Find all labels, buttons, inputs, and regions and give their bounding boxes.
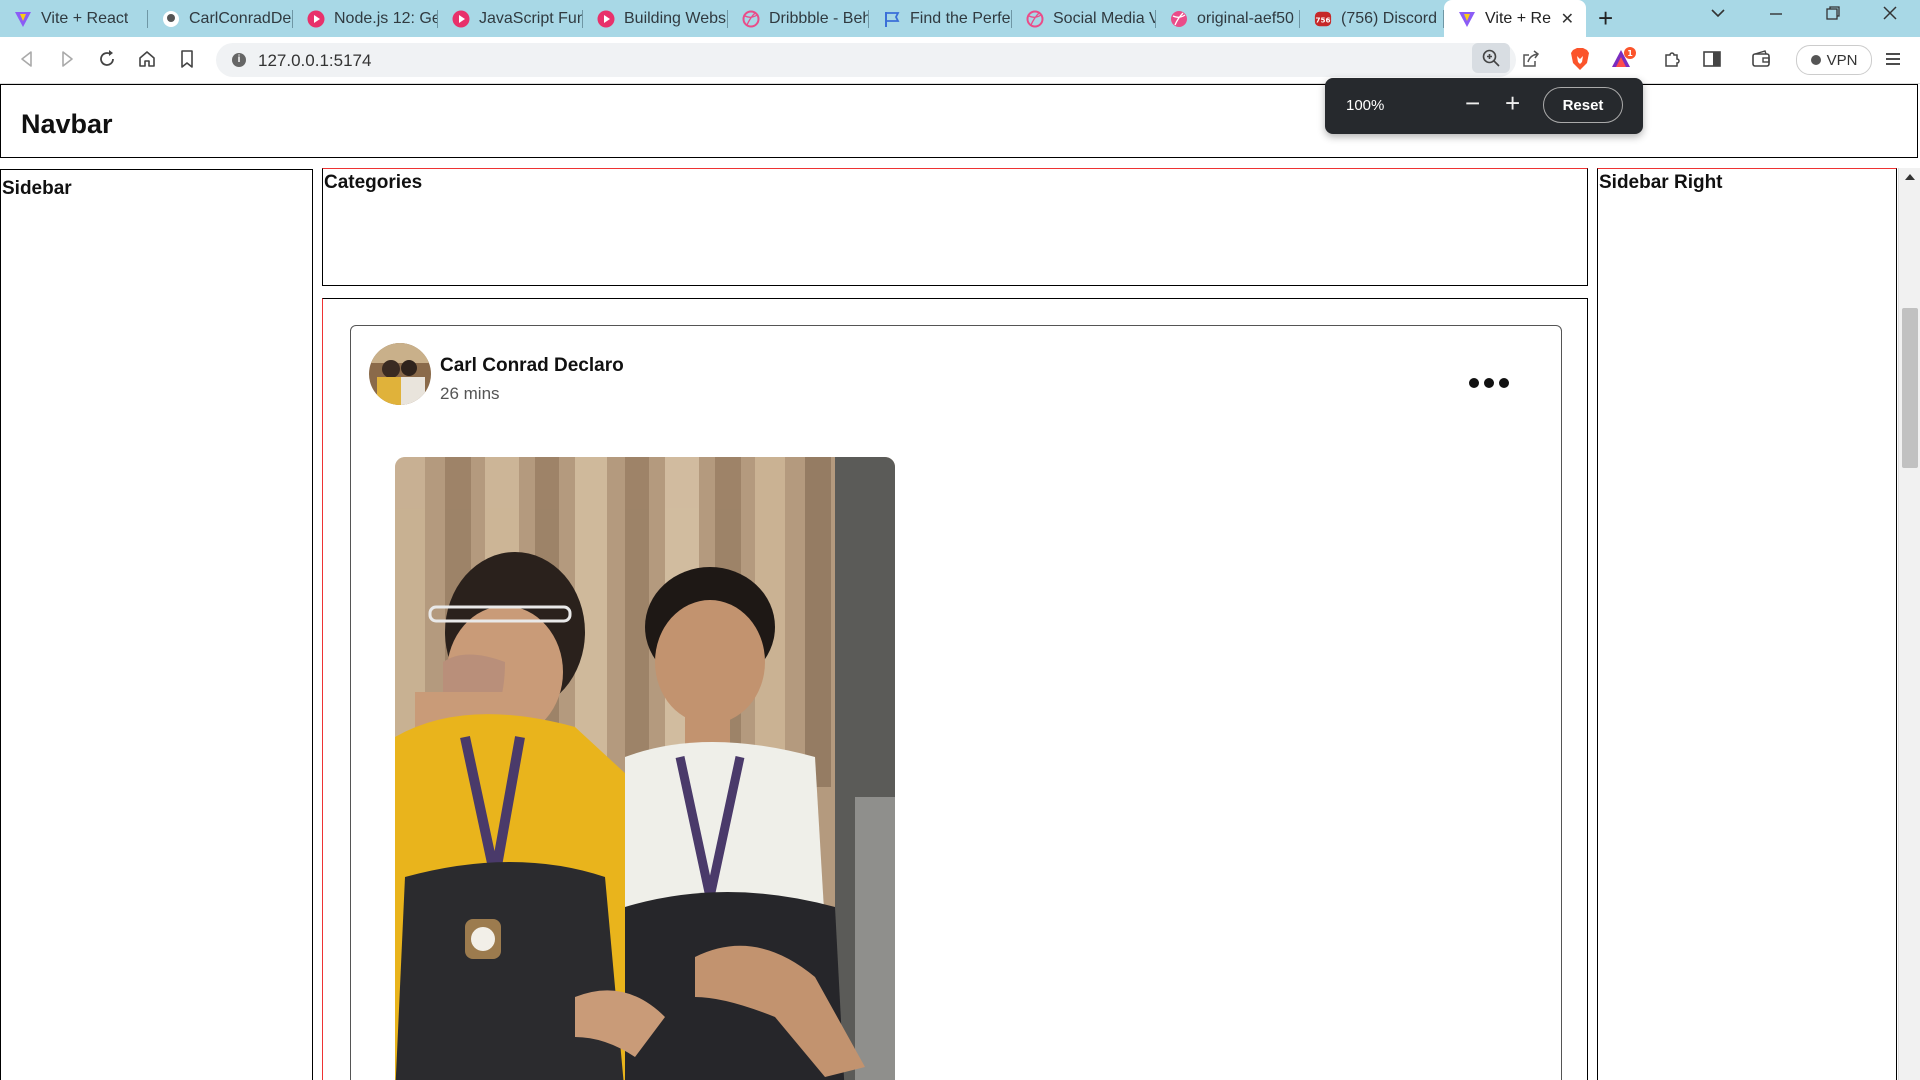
- vpn-label: VPN: [1826, 51, 1858, 69]
- tab-vite-react-active[interactable]: Vite + Re ✕: [1444, 0, 1586, 37]
- zoom-level: 100%: [1346, 97, 1385, 114]
- url-text[interactable]: 127.0.0.1:5174: [258, 51, 371, 71]
- minimize-button[interactable]: [1768, 5, 1784, 26]
- vite-icon: [14, 10, 32, 28]
- site-info-icon[interactable]: i: [232, 53, 246, 67]
- zoom-out-button[interactable]: −: [1465, 88, 1480, 118]
- share-icon[interactable]: [1518, 46, 1544, 72]
- discord-icon: 756: [1314, 10, 1332, 28]
- tab-dribbble[interactable]: Dribbble - Beh: [728, 0, 869, 37]
- tab-label: Find the Perfec: [910, 9, 1012, 27]
- svg-text:756: 756: [1315, 15, 1330, 24]
- bookmark-icon[interactable]: [174, 46, 200, 72]
- close-window-button[interactable]: [1882, 5, 1898, 26]
- scroll-up-arrow-icon[interactable]: [1905, 174, 1915, 180]
- extensions-icon[interactable]: [1659, 46, 1685, 72]
- tab-building[interactable]: Building Webs: [583, 0, 728, 37]
- restore-button[interactable]: [1825, 5, 1841, 26]
- play-icon: [307, 10, 325, 28]
- tab-label: Vite + React: [41, 9, 129, 27]
- new-tab-button[interactable]: +: [1598, 4, 1613, 32]
- tab-strip: Vite + React CarlConradDec Node.js 12: G…: [0, 0, 1920, 37]
- tab-javascript[interactable]: JavaScript Fun: [438, 0, 583, 37]
- post-image[interactable]: [395, 457, 895, 1080]
- tab-social-media[interactable]: Social Media V: [1012, 0, 1156, 37]
- reload-icon[interactable]: [94, 46, 120, 72]
- feed: Carl Conrad Declaro 26 mins: [322, 298, 1588, 1080]
- sidebar-right: Sidebar Right: [1597, 168, 1897, 1080]
- tab-label: JavaScript Fun: [479, 9, 583, 27]
- tab-nodejs[interactable]: Node.js 12: Ge: [293, 0, 438, 37]
- browser-toolbar: i 127.0.0.1:5174 1 VPN: [0, 37, 1920, 84]
- dribbble-icon: [1170, 10, 1188, 28]
- zoom-in-button[interactable]: +: [1505, 88, 1520, 118]
- avatar[interactable]: [369, 343, 431, 405]
- wallet-icon[interactable]: [1748, 46, 1774, 72]
- tab-label: Node.js 12: Ge: [334, 9, 438, 27]
- zoom-popup: 100% − + Reset: [1325, 78, 1643, 134]
- brave-rewards-icon[interactable]: 1: [1610, 46, 1636, 72]
- tab-original[interactable]: original-aef50: [1156, 0, 1300, 37]
- svg-text:1: 1: [1627, 49, 1633, 58]
- zoom-icon[interactable]: [1472, 43, 1510, 73]
- tab-github[interactable]: CarlConradDec: [148, 0, 293, 37]
- dribbble-icon: [1026, 10, 1044, 28]
- menu-icon[interactable]: [1880, 46, 1906, 72]
- dribbble-icon: [742, 10, 760, 28]
- play-icon: [597, 10, 615, 28]
- close-tab-icon[interactable]: ✕: [1561, 9, 1574, 29]
- page-viewport: Navbar Sidebar Categories Carl Conrad De…: [0, 84, 1920, 1080]
- brave-shields-icon[interactable]: [1567, 46, 1593, 72]
- sidebar: Sidebar: [0, 169, 313, 1080]
- tab-find[interactable]: Find the Perfec: [869, 0, 1012, 37]
- categories-panel: Categories: [322, 168, 1588, 286]
- sidebar-right-title: Sidebar Right: [1599, 172, 1723, 193]
- tab-label: (756) Discord: [1341, 9, 1438, 27]
- tab-vite-react[interactable]: Vite + React: [0, 0, 148, 37]
- post-card: Carl Conrad Declaro 26 mins: [350, 325, 1562, 1080]
- flag-icon: [883, 10, 901, 28]
- vite-icon: [1458, 10, 1476, 28]
- tab-label: original-aef50: [1197, 9, 1294, 27]
- play-icon: [452, 10, 470, 28]
- post-author[interactable]: Carl Conrad Declaro: [440, 355, 624, 377]
- more-options-icon[interactable]: [1469, 378, 1509, 388]
- tab-discord[interactable]: 756 (756) Discord: [1300, 0, 1444, 37]
- navbar-title: Navbar: [21, 109, 113, 139]
- back-icon[interactable]: [14, 46, 40, 72]
- vpn-button[interactable]: VPN: [1796, 45, 1872, 75]
- post-timestamp: 26 mins: [440, 384, 500, 403]
- vpn-status-icon: [1810, 55, 1821, 65]
- sidebar-toggle-icon[interactable]: [1699, 46, 1725, 72]
- scroll-thumb[interactable]: [1902, 308, 1918, 468]
- tab-label: Building Webs: [624, 9, 726, 27]
- tab-label: Dribbble - Beh: [769, 9, 869, 27]
- page-scrollbar[interactable]: [1898, 168, 1920, 1080]
- tab-label: CarlConradDec: [189, 9, 293, 27]
- zoom-reset-button[interactable]: Reset: [1543, 87, 1623, 123]
- forward-icon[interactable]: [54, 46, 80, 72]
- address-bar[interactable]: [216, 43, 1516, 77]
- categories-title: Categories: [324, 172, 423, 193]
- sidebar-title: Sidebar: [2, 178, 72, 199]
- home-icon[interactable]: [134, 46, 160, 72]
- github-icon: [162, 10, 180, 28]
- tab-list-chevron-icon[interactable]: [1710, 5, 1726, 26]
- tab-label: Social Media V: [1053, 9, 1156, 27]
- tab-label: Vite + Re: [1485, 9, 1551, 27]
